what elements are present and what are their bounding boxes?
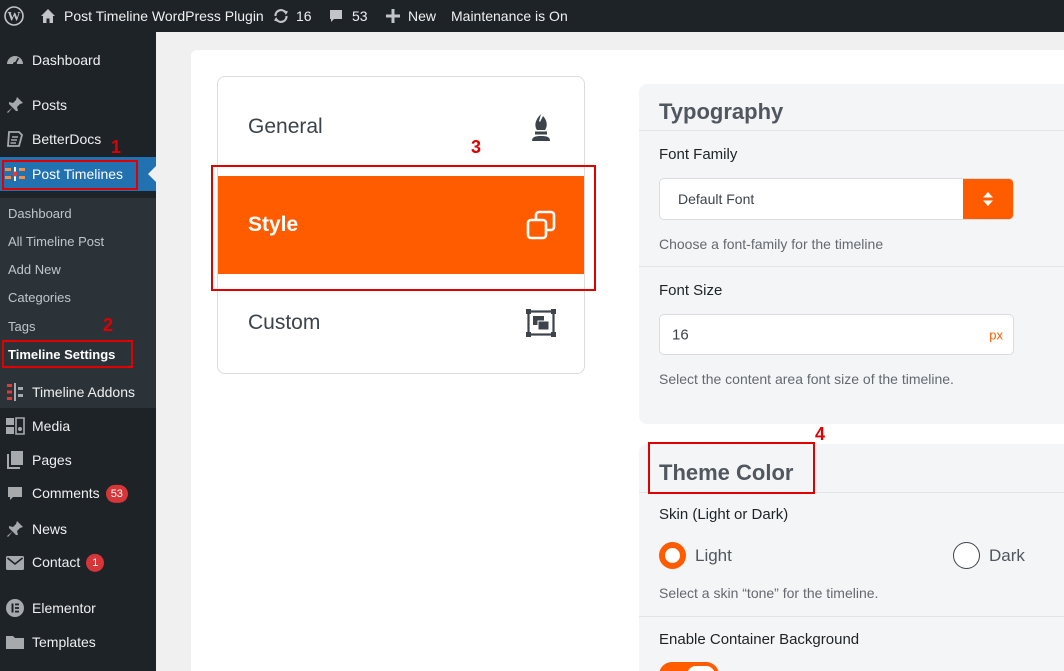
typography-title: Typography xyxy=(659,99,784,124)
contact-count-badge: 1 xyxy=(86,554,105,573)
new-content-link[interactable]: New xyxy=(386,0,436,32)
toggle-knob xyxy=(687,666,715,671)
wordpress-logo-icon[interactable]: W xyxy=(4,0,24,32)
field-divider xyxy=(639,266,1064,267)
tab-general[interactable]: General xyxy=(218,78,584,176)
submenu-item-dashboard[interactable]: Dashboard xyxy=(8,206,72,221)
font-family-help: Choose a font-family for the timeline xyxy=(659,236,884,252)
font-size-input[interactable]: 16 px xyxy=(659,314,1014,355)
comment-bubble-icon xyxy=(328,8,344,24)
section-divider xyxy=(639,492,1064,493)
submenu-item-all-timeline-post[interactable]: All Timeline Post xyxy=(8,234,104,249)
menu-item-comments[interactable]: Comments 53 xyxy=(0,477,156,511)
annotation-number-3: 3 xyxy=(471,137,482,157)
submenu-item-add-new[interactable]: Add New xyxy=(8,262,61,277)
comments-link[interactable]: 53 xyxy=(328,0,368,32)
pin-icon xyxy=(5,95,25,115)
new-label: New xyxy=(408,8,437,24)
theme-color-section: Theme Color Skin (Light or Dark) Light D… xyxy=(639,444,1064,671)
plus-icon xyxy=(386,9,400,23)
container-bg-label: Enable Container Background xyxy=(659,631,860,648)
timeline-icon xyxy=(5,164,25,184)
menu-item-posts[interactable]: Posts xyxy=(0,88,156,122)
skin-dark-label[interactable]: Dark xyxy=(989,546,1025,566)
folder-icon xyxy=(5,632,25,652)
skin-help: Select a skin “tone” for the timeline. xyxy=(659,585,879,601)
font-size-label: Font Size xyxy=(659,282,723,299)
tab-custom[interactable]: Custom xyxy=(218,274,584,372)
mail-icon xyxy=(5,553,25,573)
updates-link[interactable]: 16 xyxy=(272,0,312,32)
site-home-link[interactable]: Post Timeline WordPress Plugin xyxy=(40,0,264,32)
select-arrows-icon[interactable] xyxy=(963,179,1013,219)
annotation-number-4: 4 xyxy=(815,424,826,444)
annotation-number-2: 2 xyxy=(103,315,114,335)
betterdocs-icon xyxy=(5,129,25,149)
settings-tabs: General Style Custom xyxy=(217,76,585,374)
menu-item-post-timelines[interactable]: Post Timelines xyxy=(0,157,156,191)
font-family-label: Font Family xyxy=(659,146,738,163)
elementor-icon xyxy=(5,598,25,618)
tab-style[interactable]: Style xyxy=(218,176,584,274)
comments-icon xyxy=(5,484,25,504)
annotation-number-1: 1 xyxy=(111,137,122,157)
submenu-item-categories[interactable]: Categories xyxy=(8,290,71,305)
container-bg-toggle[interactable] xyxy=(659,662,719,671)
home-icon xyxy=(40,8,56,24)
submenu-item-tags[interactable]: Tags xyxy=(8,319,35,334)
menu-item-contact[interactable]: Contact 1 xyxy=(0,546,156,580)
font-family-select[interactable]: Default Font xyxy=(659,178,1014,220)
menu-item-pages[interactable]: Pages xyxy=(0,443,156,477)
updates-count: 16 xyxy=(296,8,312,24)
skin-light-label[interactable]: Light xyxy=(695,546,732,566)
font-size-help: Select the content area font size of the… xyxy=(659,371,954,387)
menu-item-dashboard[interactable]: Dashboard xyxy=(0,43,156,77)
font-size-value: 16 xyxy=(672,326,689,343)
skin-dark-radio[interactable] xyxy=(953,542,980,569)
pages-icon xyxy=(5,450,25,470)
admin-sidebar: Dashboard Posts BetterDocs Post Timeline… xyxy=(0,32,156,671)
dashboard-icon xyxy=(5,50,25,70)
comments-count: 53 xyxy=(352,8,368,24)
typography-section: Typography Font Family Default Font Choo… xyxy=(639,84,1064,424)
copy-icon xyxy=(526,210,556,240)
menu-item-news[interactable]: News xyxy=(0,512,156,546)
menu-item-betterdocs[interactable]: BetterDocs xyxy=(0,122,156,156)
menu-item-media[interactable]: Media xyxy=(0,409,156,443)
maintenance-status[interactable]: Maintenance is On xyxy=(451,0,568,32)
menu-item-elementor[interactable]: Elementor xyxy=(0,591,156,625)
submenu-item-timeline-settings[interactable]: Timeline Settings xyxy=(8,347,115,362)
font-family-value: Default Font xyxy=(678,191,755,207)
addons-icon xyxy=(5,382,25,402)
media-icon xyxy=(5,416,25,436)
field-divider xyxy=(639,616,1064,617)
site-name: Post Timeline WordPress Plugin xyxy=(64,8,264,24)
menu-item-timeline-addons[interactable]: Timeline Addons xyxy=(0,375,156,409)
chess-bishop-icon xyxy=(526,112,556,142)
skin-label: Skin (Light or Dark) xyxy=(659,506,789,523)
section-divider xyxy=(639,130,1064,131)
svg-text:W: W xyxy=(8,9,21,24)
admin-bar: W Post Timeline WordPress Plugin 16 53 N… xyxy=(0,0,1064,32)
updates-icon xyxy=(272,7,290,25)
pin-icon xyxy=(5,519,25,539)
theme-color-title: Theme Color xyxy=(659,460,794,485)
comments-count-badge: 53 xyxy=(105,485,128,504)
font-size-unit: px xyxy=(989,327,1003,342)
menu-item-templates[interactable]: Templates xyxy=(0,625,156,659)
skin-light-radio[interactable] xyxy=(659,542,686,569)
object-group-icon xyxy=(526,308,556,338)
